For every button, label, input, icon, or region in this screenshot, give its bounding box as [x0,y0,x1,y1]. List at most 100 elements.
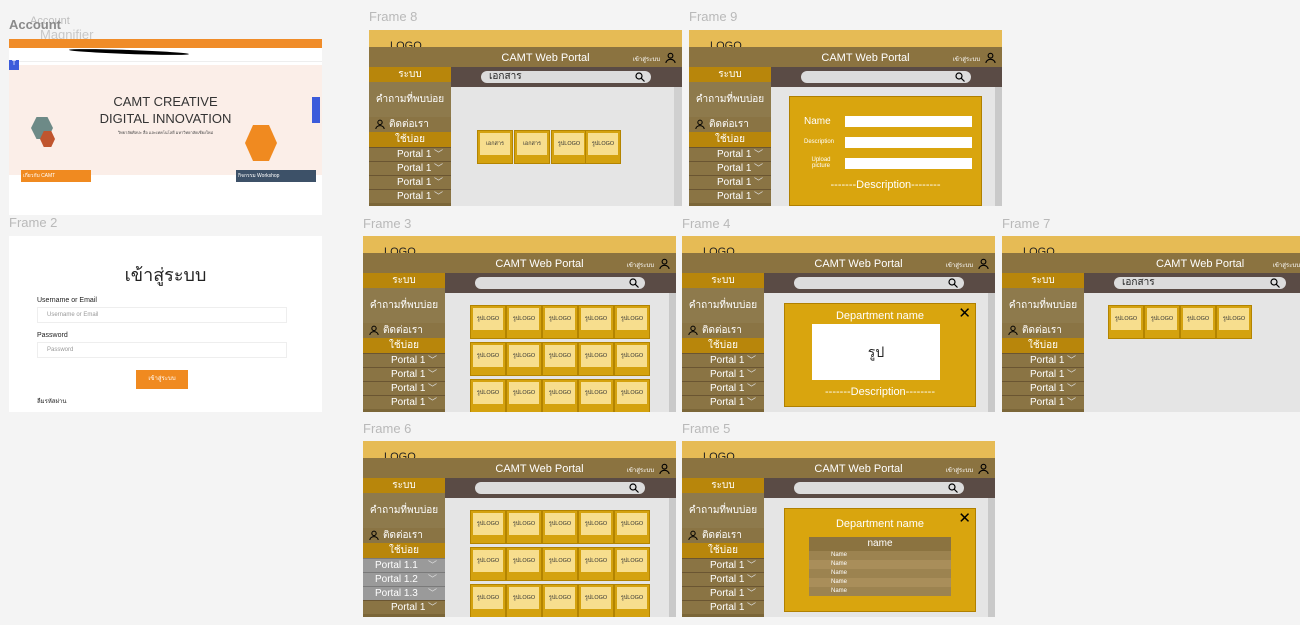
portal-card[interactable]: รูปLOGO [506,547,542,581]
portal-card[interactable]: รูปLOGO [578,510,614,544]
search-input[interactable]: เอกสาร [1114,277,1286,289]
login-link[interactable]: เข้าสู่ระบบ [627,260,654,270]
sidebar-system[interactable]: ระบบ [682,478,764,493]
sidebar-item-portal[interactable]: Portal 1 ﹀ [369,147,451,161]
login-link[interactable]: เข้าสู่ระบบ [946,465,973,475]
sidebar-faq[interactable]: คำถามที่พบบ่อย [363,493,445,528]
sidebar-faq[interactable]: คำถามที่พบบ่อย [682,288,764,323]
password-input[interactable]: Password [37,342,287,358]
portal-card[interactable]: รูปLOGO [578,342,614,376]
sidebar-system[interactable]: ระบบ [1002,273,1084,288]
portal-card[interactable]: รูปLOGO [551,130,587,164]
portal-card[interactable]: รูปLOGO [470,342,506,376]
sidebar-item-portal-1-3[interactable]: Portal 1.3 ﹀ [363,586,445,600]
portal-card[interactable]: รูปLOGO [578,547,614,581]
search-icon[interactable] [948,483,958,493]
sidebar-contact[interactable]: ติดต่อเรา [682,528,764,543]
sidebar-item-portal[interactable]: Portal 1 ﹀ [689,175,771,189]
portal-card[interactable]: รูปLOGO [506,584,542,617]
login-link[interactable]: เข้าสู่ระบบ [1273,260,1300,270]
search-input[interactable] [794,482,964,494]
sidebar-frequent[interactable]: ใช้บ่อย [682,338,764,353]
portal-card[interactable]: รูปLOGO [470,510,506,544]
user-icon[interactable] [978,258,989,269]
sidebar-system[interactable]: ระบบ [682,273,764,288]
portal-card[interactable]: รูปLOGO [614,305,650,339]
portal-card[interactable]: รูปLOGO [542,584,578,617]
sidebar-item-portal[interactable]: Portal 1 ﹀ [1002,395,1084,409]
portal-card[interactable]: รูปLOGO [470,379,506,412]
sidebar-item-portal[interactable]: Portal 1 ﹀ [682,353,764,367]
description-input[interactable] [845,137,972,148]
sidebar-item-portal-1-2[interactable]: Portal 1.2 ﹀ [363,572,445,586]
name-input[interactable] [845,116,972,127]
user-icon[interactable] [985,52,996,63]
forgot-password-link[interactable]: ลืมรหัสผ่าน [37,396,66,406]
search-input[interactable] [794,277,964,289]
login-link[interactable]: เข้าสู่ระบบ [627,465,654,475]
sidebar-faq[interactable]: คำถามที่พบบ่อย [369,82,451,117]
sidebar-system[interactable]: ระบบ [363,273,445,288]
login-link[interactable]: เข้าสู่ระบบ [946,260,973,270]
sidebar-faq[interactable]: คำถามที่พบบ่อย [689,82,771,117]
portal-card[interactable]: รูปLOGO [506,510,542,544]
portal-card[interactable]: รูปLOGO [506,342,542,376]
portal-card[interactable]: รูปLOGO [614,510,650,544]
portal-card[interactable]: รูปLOGO [470,584,506,617]
search-icon[interactable] [955,72,965,82]
sidebar-system[interactable]: ระบบ [363,478,445,493]
search-icon[interactable] [1270,278,1280,288]
sidebar-item-portal[interactable]: Portal 1 ﹀ [363,600,445,614]
login-button[interactable]: เข้าสู่ระบบ [136,370,188,389]
sidebar-item-portal[interactable]: Portal 1 ﹀ [682,395,764,409]
sidebar-system[interactable]: ระบบ [369,67,451,82]
portal-card[interactable]: รูปLOGO [542,379,578,412]
sidebar-item-portal[interactable]: Portal 1 ﹀ [1002,381,1084,395]
portal-card[interactable]: รูปLOGO [1180,305,1216,339]
sidebar-item-portal[interactable]: Portal 1 ﹀ [363,367,445,381]
sidebar-item-portal[interactable]: Portal 1 ﹀ [689,147,771,161]
sidebar-item-portal-1-1[interactable]: Portal 1.1 ﹀ [363,558,445,572]
sidebar-faq[interactable]: คำถามที่พบบ่อย [363,288,445,323]
sidebar-contact[interactable]: ติดต่อเรา [363,323,445,338]
sidebar-contact[interactable]: ติดต่อเรา [369,117,451,132]
sidebar-item-portal[interactable]: Portal 1 ﹀ [369,189,451,203]
user-icon[interactable] [978,463,989,474]
sidebar-item-portal[interactable]: Portal 1 ﹀ [682,367,764,381]
sidebar-item-portal[interactable]: Portal 1 ﹀ [1002,353,1084,367]
sidebar-faq[interactable]: คำถามที่พบบ่อย [1002,288,1084,323]
portal-card[interactable]: เอกสาร [514,130,550,164]
portal-card[interactable]: รูปLOGO [1108,305,1144,339]
sidebar-item-portal[interactable]: Portal 1 ﹀ [682,600,764,614]
sidebar-item-portal[interactable]: Portal 1 ﹀ [682,558,764,572]
sidebar-item-portal[interactable]: Portal 1 ﹀ [369,161,451,175]
sidebar-item-portal[interactable]: Portal 1 ﹀ [369,175,451,189]
sidebar-item-portal[interactable]: Portal 1 ﹀ [689,189,771,203]
sidebar-item-portal[interactable]: Portal 1 ﹀ [1002,367,1084,381]
portal-card[interactable]: รูปLOGO [578,305,614,339]
sidebar-item-portal[interactable]: Portal 1 ﹀ [363,395,445,409]
portal-card[interactable]: รูปLOGO [470,305,506,339]
sidebar-item-portal[interactable]: Portal 1 ﹀ [682,381,764,395]
login-link[interactable]: เข้าสู่ระบบ [633,54,660,64]
portal-card[interactable]: รูปLOGO [1144,305,1180,339]
sidebar-frequent[interactable]: ใช้บ่อย [369,132,451,147]
sidebar-item-portal[interactable]: Portal 1 ﹀ [682,572,764,586]
sidebar-contact[interactable]: ติดต่อเรา [363,528,445,543]
sidebar-contact[interactable]: ติดต่อเรา [682,323,764,338]
portal-card[interactable]: รูปLOGO [614,342,650,376]
sidebar-frequent[interactable]: ใช้บ่อย [682,543,764,558]
sidebar-system[interactable]: ระบบ [689,67,771,82]
portal-card[interactable]: รูปLOGO [470,547,506,581]
search-icon[interactable] [629,278,639,288]
search-input[interactable] [475,482,645,494]
sidebar-item-portal[interactable]: Portal 1 ﹀ [363,353,445,367]
user-icon[interactable] [659,258,670,269]
sidebar-frequent[interactable]: ใช้บ่อย [363,543,445,558]
sidebar-item-portal[interactable]: Portal 1 ﹀ [689,161,771,175]
portal-card[interactable]: รูปLOGO [542,547,578,581]
portal-card[interactable]: รูปLOGO [614,379,650,412]
login-link[interactable]: เข้าสู่ระบบ [953,54,980,64]
about-button[interactable]: เกี่ยวกับ CAMT [21,170,91,182]
portal-card[interactable]: รูปLOGO [542,510,578,544]
